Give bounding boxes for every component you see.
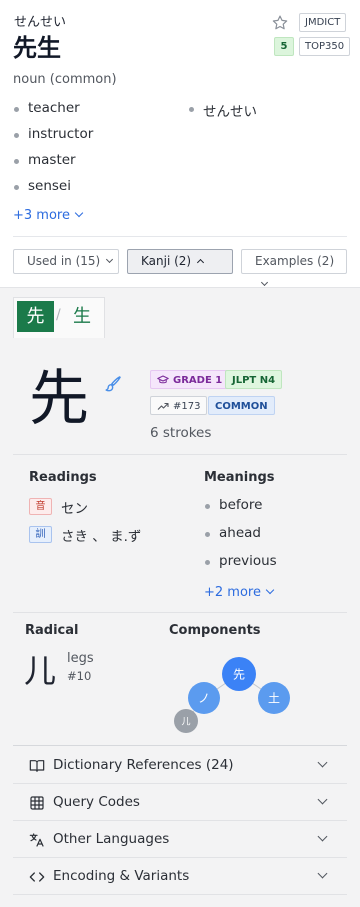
grade-tag: GRADE 1 xyxy=(150,370,230,389)
component-label: 先 xyxy=(233,668,245,682)
chevron-down-icon xyxy=(317,794,328,805)
divider xyxy=(13,454,347,455)
jlpt-tag: JLPT N4 xyxy=(225,370,283,389)
more-glosses-label: +3 more xyxy=(13,208,70,223)
component-label: 土 xyxy=(268,692,280,706)
tab-label: Used in (15) xyxy=(27,254,101,268)
divider xyxy=(13,745,347,746)
component-node[interactable]: 土 xyxy=(258,682,290,714)
more-meanings-link[interactable]: +2 more xyxy=(204,585,275,600)
chevron-down-icon xyxy=(260,278,269,287)
alt-reading-item: せんせい xyxy=(188,100,257,120)
radical-name: legs xyxy=(67,651,94,666)
tab-kanji[interactable]: Kanji (2) xyxy=(127,249,233,274)
grade-label: GRADE 1 xyxy=(173,375,223,386)
kanji-character: 先 xyxy=(29,364,89,434)
section-query-codes[interactable]: Query Codes xyxy=(13,784,347,821)
common-tag: COMMON xyxy=(208,396,275,415)
kun-reading-badge: 訓 xyxy=(29,526,52,543)
section-dictionary-references[interactable]: Dictionary References (24) xyxy=(13,747,347,784)
frequency-label: #173 xyxy=(173,401,201,412)
tab-label: Examples (2) xyxy=(255,254,335,268)
grid-icon xyxy=(30,796,44,810)
on-reading: セン xyxy=(61,501,88,517)
gloss-item: instructor xyxy=(13,126,93,142)
entry-headword: 先生 xyxy=(13,34,61,62)
section-encoding-variants[interactable]: Encoding & Variants xyxy=(13,858,347,895)
brush-icon[interactable] xyxy=(103,374,123,394)
chevron-down-icon xyxy=(106,255,114,264)
radical-glyph: 儿 xyxy=(24,652,57,690)
more-glosses-link[interactable]: +3 more xyxy=(13,208,84,223)
component-node-center[interactable]: 先 xyxy=(222,657,256,691)
section-label: Other Languages xyxy=(53,831,170,847)
chevron-down-icon xyxy=(317,831,328,842)
section-label: Dictionary References (24) xyxy=(53,757,234,773)
frequency-tag: #173 xyxy=(150,396,208,415)
tab-examples[interactable]: Examples (2) xyxy=(241,249,347,287)
book-icon xyxy=(29,760,45,772)
section-label: Encoding & Variants xyxy=(53,868,190,884)
chevron-down-icon xyxy=(317,757,328,768)
radical-number: #10 xyxy=(67,669,92,683)
graduation-cap-icon xyxy=(157,375,169,384)
meaning-item: previous xyxy=(204,553,277,569)
gloss-item: sensei xyxy=(13,178,71,194)
divider xyxy=(13,236,347,237)
stroke-count: 6 strokes xyxy=(150,425,212,441)
components-header: Components xyxy=(169,623,261,638)
readings-header: Readings xyxy=(29,470,97,485)
more-meanings-label: +2 more xyxy=(204,585,261,600)
radical-header: Radical xyxy=(25,623,79,638)
star-icon[interactable] xyxy=(271,14,289,32)
meaning-item: ahead xyxy=(204,525,261,541)
section-label: Query Codes xyxy=(53,794,140,810)
on-reading-badge: 音 xyxy=(29,498,52,515)
section-other-languages[interactable]: Other Languages xyxy=(13,821,347,858)
chevron-down-icon xyxy=(265,585,275,595)
kun-reading: さき 、 ま.ず xyxy=(61,529,142,545)
entry-card: せんせい 先生 JMDICT 5 TOP350 noun (common) te… xyxy=(0,0,360,287)
component-label: ノ xyxy=(198,692,210,706)
meanings-header: Meanings xyxy=(204,470,275,485)
rank-label-badge: TOP350 xyxy=(299,37,351,56)
divider xyxy=(13,612,347,613)
gloss-item: teacher xyxy=(13,100,80,116)
part-of-speech: noun (common) xyxy=(13,72,117,87)
translate-icon xyxy=(29,833,44,847)
chevron-down-icon xyxy=(317,868,328,879)
kanji-tab-separator: / xyxy=(56,307,61,323)
chevron-down-icon xyxy=(74,208,84,218)
chevron-up-icon xyxy=(197,258,205,267)
component-label: 儿 xyxy=(181,717,190,728)
tab-used-in[interactable]: Used in (15) xyxy=(13,249,119,274)
component-node[interactable]: 儿 xyxy=(174,709,198,733)
source-badge: JMDICT xyxy=(299,13,347,32)
trend-up-icon xyxy=(157,402,169,410)
code-icon xyxy=(29,872,45,882)
kanji-tab-active[interactable]: 先 xyxy=(17,301,54,332)
rank-number-badge: 5 xyxy=(274,37,294,56)
tab-label: Kanji (2) xyxy=(141,254,192,268)
kanji-tab-other[interactable]: 生 xyxy=(70,301,94,332)
gloss-item: master xyxy=(13,152,76,168)
component-node[interactable]: ノ xyxy=(188,682,220,714)
meaning-item: before xyxy=(204,497,262,513)
components-graph: 先 ノ 土 儿 xyxy=(174,657,290,733)
